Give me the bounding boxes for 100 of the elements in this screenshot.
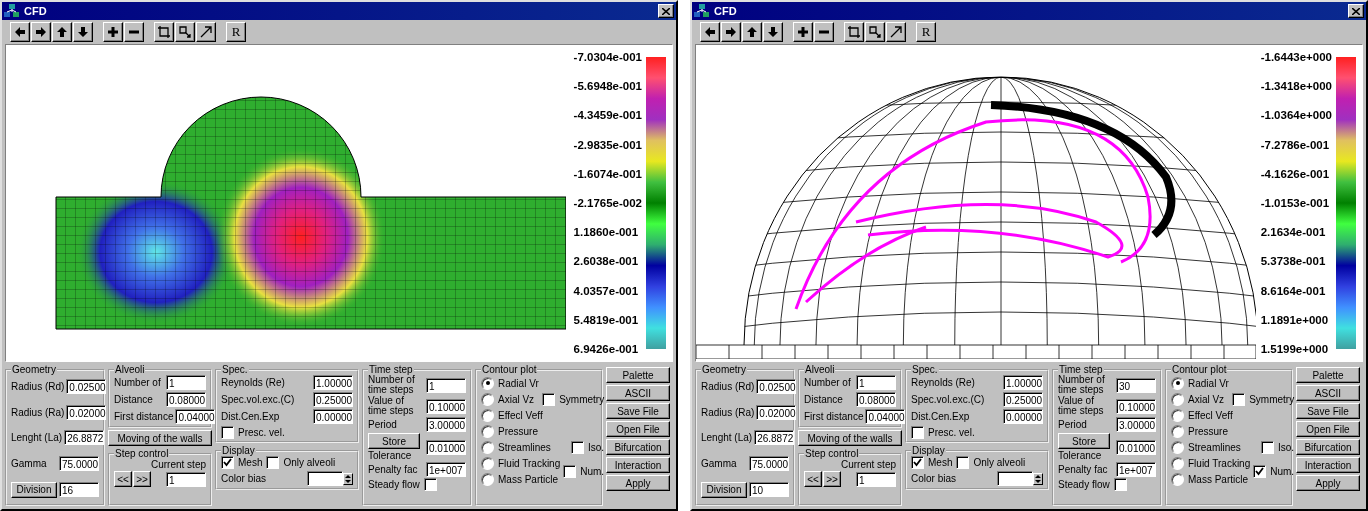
moving-walls-button[interactable]: Moving of the walls [798,430,902,446]
text-field[interactable] [307,471,343,486]
toolbar-button[interactable] [814,22,834,42]
action-button[interactable]: ASCII [1296,385,1360,401]
moving-walls-button[interactable]: Moving of the walls [108,430,212,446]
toolbar-button[interactable] [793,22,813,42]
checkbox[interactable] [221,426,234,439]
action-button[interactable]: Interaction [606,457,670,473]
text-field[interactable]: 3.00000 [1116,417,1156,432]
close-button[interactable] [658,4,674,18]
toolbar-button[interactable] [154,22,174,42]
text-field[interactable]: 0.01000 [426,439,466,455]
reset-button[interactable]: R [916,22,936,42]
action-button[interactable]: Save File [1296,403,1360,419]
text-field[interactable]: 0.25000 [313,392,353,407]
radio-button[interactable] [481,392,494,406]
store-button[interactable]: Store [1058,433,1110,449]
previous-step-button[interactable]: << [804,471,822,487]
toolbar-button[interactable] [763,22,783,42]
text-field[interactable]: 0.02000 [756,404,797,420]
action-button[interactable]: Bifurcation [1296,439,1360,455]
text-field[interactable]: 1 [856,375,896,390]
text-field[interactable] [997,471,1033,486]
toolbar-button[interactable] [721,22,741,42]
store-button[interactable]: Store [368,433,420,449]
next-step-button[interactable]: >> [823,471,841,487]
checkbox[interactable] [266,456,280,469]
toolbar-button[interactable] [10,22,30,42]
text-field[interactable]: 75.0000 [749,456,789,472]
toolbar-button[interactable] [175,22,195,42]
action-button[interactable]: Interaction [1296,457,1360,473]
checkbox[interactable] [571,440,585,454]
checkbox[interactable] [423,478,437,491]
action-button[interactable]: Apply [1296,475,1360,491]
action-button[interactable]: ASCII [606,385,670,401]
checkbox[interactable] [911,456,924,469]
checkbox[interactable] [542,392,556,406]
text-field[interactable]: 1e+007 [426,462,466,477]
action-button[interactable]: Open File [606,421,670,437]
radio-button[interactable] [1171,472,1184,486]
toolbar-button[interactable] [52,22,72,42]
radio-button[interactable] [481,456,494,470]
spin-buttons[interactable] [1033,472,1043,485]
text-field[interactable]: 0.25000 [1003,392,1043,407]
radio-button[interactable] [1171,456,1184,470]
text-field[interactable]: 0.02500 [66,379,107,395]
checkbox[interactable] [1113,478,1127,491]
radio-button[interactable] [481,472,494,486]
text-field[interactable]: 0.01000 [1116,439,1156,455]
text-field[interactable]: 1.00000 [1003,375,1043,390]
text-field[interactable]: 30 [1116,377,1156,393]
toolbar-button[interactable] [31,22,51,42]
text-field[interactable]: 1 [426,377,466,393]
division-button[interactable]: Division [701,481,747,498]
text-field[interactable]: 10 [749,482,789,498]
toolbar-button[interactable] [196,22,216,42]
toolbar-button[interactable] [103,22,123,42]
action-button[interactable]: Palette [1296,367,1360,383]
text-field[interactable]: 1 [166,375,206,390]
text-field[interactable]: 1e+007 [1116,462,1156,477]
text-field[interactable]: 1 [166,472,207,487]
text-field[interactable]: 16 [59,482,99,498]
checkbox[interactable] [221,456,234,469]
toolbar-button[interactable] [124,22,144,42]
previous-step-button[interactable]: << [114,471,132,487]
spin-buttons[interactable] [343,472,353,485]
radio-button[interactable] [1171,440,1184,454]
next-step-button[interactable]: >> [133,471,151,487]
toolbar-button[interactable] [886,22,906,42]
checkbox[interactable] [563,464,577,478]
text-field[interactable]: 75.0000 [59,456,99,472]
toolbar-button[interactable] [844,22,864,42]
radio-button[interactable] [481,376,494,390]
text-field[interactable]: 0.10000 [1116,398,1156,414]
text-field[interactable]: 26.8872 [64,430,105,446]
reset-button[interactable]: R [226,22,246,42]
checkbox[interactable] [1261,440,1275,454]
text-field[interactable]: 3.00000 [426,417,466,432]
text-field[interactable]: 0.00000 [313,409,353,424]
division-button[interactable]: Division [11,481,57,498]
action-button[interactable]: Palette [606,367,670,383]
toolbar-button[interactable] [73,22,93,42]
radio-button[interactable] [1171,424,1184,438]
toolbar-button[interactable] [700,22,720,42]
text-field[interactable]: 0.02500 [756,379,797,395]
text-field[interactable]: 0.10000 [426,398,466,414]
text-field[interactable]: 0.02000 [66,404,107,420]
action-button[interactable]: Bifurcation [606,439,670,455]
toolbar-button[interactable] [742,22,762,42]
checkbox[interactable] [1232,392,1246,406]
action-button[interactable]: Open File [1296,421,1360,437]
action-button[interactable]: Save File [606,403,670,419]
close-button[interactable] [1348,4,1364,18]
toolbar-button[interactable] [865,22,885,42]
text-field[interactable]: 0.04000 [175,409,216,424]
radio-button[interactable] [1171,376,1184,390]
text-field[interactable]: 1 [856,472,897,487]
checkbox[interactable] [911,426,924,439]
checkbox[interactable] [956,456,970,469]
action-button[interactable]: Apply [606,475,670,491]
